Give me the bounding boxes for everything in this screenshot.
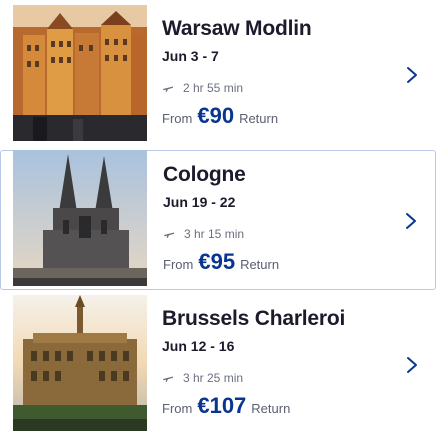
destination-card[interactable]: Cologne Jun 19 - 22 3 hr 15 min From €95… xyxy=(0,150,436,290)
flight-duration: 3 hr 25 min xyxy=(162,371,243,385)
return-label: Return xyxy=(251,401,291,416)
duration-text: 3 hr 25 min xyxy=(183,371,244,385)
destination-photo xyxy=(13,150,147,286)
plane-icon xyxy=(164,232,174,238)
duration-text: 3 hr 15 min xyxy=(184,227,245,241)
plane-icon xyxy=(163,86,173,92)
destination-card[interactable]: Brussels Charleroi Jun 12 - 16 3 hr 25 m… xyxy=(0,295,436,440)
from-label: From xyxy=(162,401,193,416)
flight-duration: 3 hr 15 min xyxy=(163,227,244,241)
chevron-right-icon[interactable] xyxy=(405,212,417,230)
from-label: From xyxy=(163,257,194,272)
destination-city: Warsaw Modlin xyxy=(162,17,312,40)
price-value: €90 xyxy=(197,103,235,128)
travel-dates: Jun 3 - 7 xyxy=(162,48,219,64)
destination-photo xyxy=(13,295,147,431)
destination-list: Warsaw Modlin Jun 3 - 7 2 hr 55 min From… xyxy=(0,0,446,440)
from-label: From xyxy=(162,111,193,126)
return-label: Return xyxy=(240,257,280,272)
destination-city: Brussels Charleroi xyxy=(162,307,346,330)
price-value: €107 xyxy=(197,393,247,418)
price-value: €95 xyxy=(198,249,236,274)
duration-text: 2 hr 55 min xyxy=(183,81,244,95)
travel-dates: Jun 19 - 22 xyxy=(163,194,236,210)
destination-photo xyxy=(13,5,147,141)
destination-card[interactable]: Warsaw Modlin Jun 3 - 7 2 hr 55 min From… xyxy=(0,5,436,145)
price-line: From €95 Return xyxy=(163,249,279,275)
price-line: From €90 Return xyxy=(162,103,278,129)
destination-city: Cologne xyxy=(163,163,246,186)
plane-icon xyxy=(163,376,173,382)
flight-duration: 2 hr 55 min xyxy=(162,81,243,95)
chevron-right-icon[interactable] xyxy=(406,66,418,84)
travel-dates: Jun 12 - 16 xyxy=(162,338,235,354)
chevron-right-icon[interactable] xyxy=(406,356,418,374)
return-label: Return xyxy=(239,111,279,126)
price-line: From €107 Return xyxy=(162,393,290,419)
